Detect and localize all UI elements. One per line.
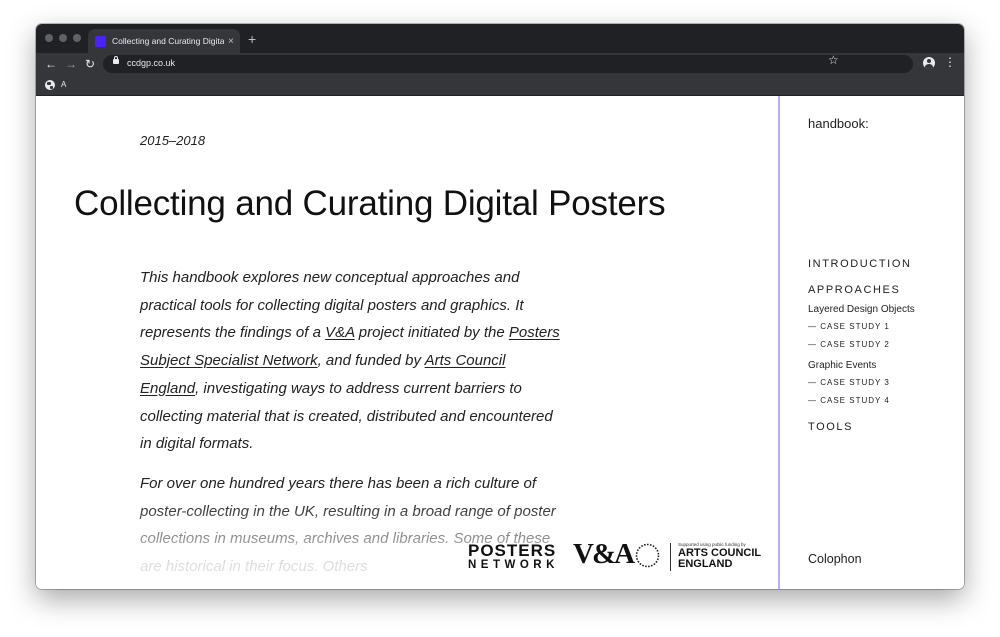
profile-icon[interactable] — [923, 57, 935, 69]
bookmark-item[interactable]: A — [61, 80, 66, 89]
menu-dots-icon[interactable]: ⋮ — [944, 55, 956, 69]
arts-council-logo: Supported using public funding by ARTS C… — [670, 542, 761, 571]
bookmarks-bar: A — [36, 75, 964, 96]
ace-line2: ENGLAND — [678, 558, 733, 571]
new-tab-button[interactable]: + — [248, 32, 256, 46]
nav-tools[interactable]: TOOLS — [808, 421, 853, 433]
nav-approaches[interactable]: APPROACHES — [808, 284, 900, 296]
nav-graphic-events[interactable]: Graphic Events — [808, 360, 876, 371]
posters-logo-line1: POSTERS — [468, 541, 557, 560]
address-bar[interactable]: ccdgp.co.uk — [103, 55, 913, 73]
minimize-window-button[interactable] — [59, 34, 67, 42]
intro-text-3: , and funded by — [317, 352, 425, 370]
browser-toolbar: ← → ↻ ccdgp.co.uk ☆ ⋮ — [36, 53, 964, 75]
star-icon[interactable]: ☆ — [828, 53, 839, 67]
nav-case-study-2[interactable]: — CASE STUDY 2 — [808, 340, 890, 349]
main-content: 2015–2018 Collecting and Curating Digita… — [36, 96, 778, 589]
arts-council-circle-icon — [635, 543, 660, 568]
maximize-window-button[interactable] — [73, 34, 81, 42]
intro-paragraph: This handbook explores new conceptual ap… — [140, 264, 560, 458]
page-title: Collecting and Curating Digital Posters — [74, 184, 666, 223]
bottom-fade — [36, 501, 778, 589]
handbook-sidebar: handbook: INTRODUCTION APPROACHES Layere… — [778, 96, 964, 589]
favicon-icon — [95, 35, 106, 47]
nav-colophon[interactable]: Colophon — [808, 552, 862, 566]
tab-title: Collecting and Curating Digital P — [112, 36, 224, 46]
forward-arrow-icon[interactable]: → — [65, 56, 77, 72]
sidebar-title: handbook: — [808, 116, 869, 131]
globe-icon — [45, 80, 55, 90]
nav-layered-design-objects[interactable]: Layered Design Objects — [808, 304, 915, 315]
nav-case-study-3[interactable]: — CASE STUDY 3 — [808, 378, 890, 387]
intro-text-4: , investigating ways to address current … — [140, 379, 553, 453]
browser-window: Collecting and Curating Digital P × + ← … — [36, 24, 964, 589]
window-controls — [45, 34, 81, 42]
posters-network-logo: POSTERS NETWORK — [468, 542, 559, 572]
date-range: 2015–2018 — [140, 133, 206, 148]
nav-case-study-4[interactable]: — CASE STUDY 4 — [808, 396, 890, 405]
url-text[interactable]: ccdgp.co.uk — [127, 58, 175, 68]
tab-strip: Collecting and Curating Digital P × + — [36, 24, 964, 53]
reload-icon[interactable]: ↻ — [85, 56, 95, 72]
close-window-button[interactable] — [45, 34, 53, 42]
page-viewport: 2015–2018 Collecting and Curating Digita… — [36, 96, 964, 589]
va-logo: V&A — [573, 538, 635, 570]
nav-case-study-1[interactable]: — CASE STUDY 1 — [808, 322, 890, 331]
tab-active[interactable]: Collecting and Curating Digital P × — [88, 29, 240, 53]
posters-logo-line2: NETWORK — [468, 559, 559, 571]
va-link[interactable]: V&A — [325, 324, 354, 341]
back-arrow-icon[interactable]: ← — [45, 56, 57, 72]
nav-introduction[interactable]: INTRODUCTION — [808, 258, 912, 270]
lock-icon — [113, 56, 119, 64]
intro-text-2: project initiated by the — [354, 324, 509, 342]
tab-close-button[interactable]: × — [228, 36, 234, 47]
